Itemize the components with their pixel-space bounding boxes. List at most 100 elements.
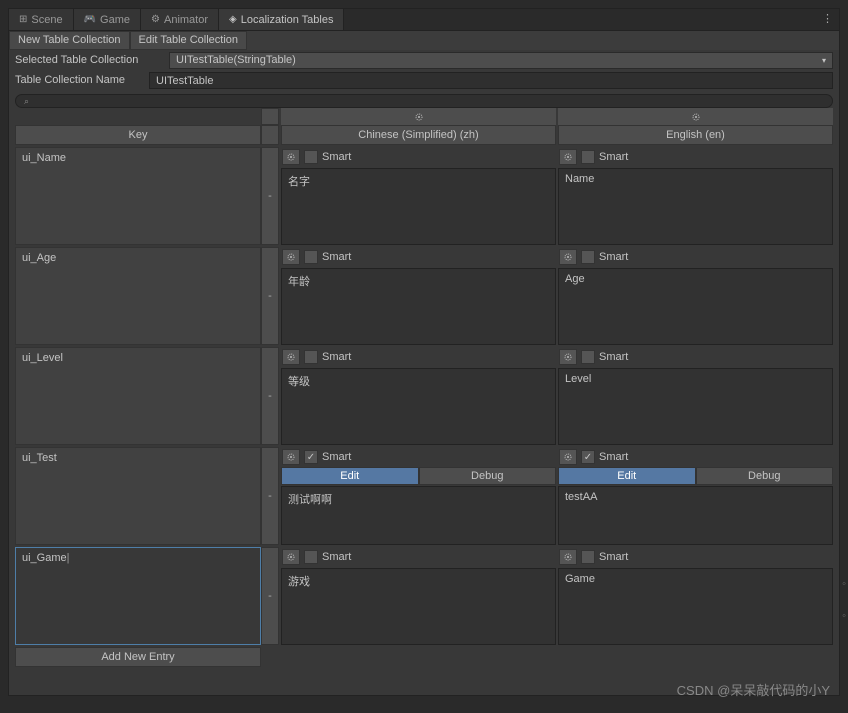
lang-header-en-top[interactable] <box>558 108 833 125</box>
sub-tab-new[interactable]: New Table Collection <box>9 31 130 50</box>
smart-checkbox[interactable] <box>304 550 318 564</box>
debug-tab-button[interactable]: Debug <box>419 467 557 485</box>
table-row: ui_Level - Smart 等级 Smart Level <box>15 347 833 445</box>
drag-column[interactable] <box>261 125 279 145</box>
lang-cell-en: ✓ Smart Edit Debug testAA <box>558 447 833 545</box>
drag-handle[interactable]: - <box>261 147 279 245</box>
drag-column[interactable] <box>261 108 279 125</box>
target-icon <box>285 551 297 563</box>
smart-label: Smart <box>322 151 351 163</box>
value-input-zh[interactable]: 测试啊啊 <box>281 486 556 545</box>
drag-handle[interactable]: - <box>261 547 279 645</box>
smart-checkbox[interactable] <box>304 150 318 164</box>
lang-header-zh-top[interactable] <box>281 108 556 125</box>
localization-table: Key Chinese (Simplified) (zh) English (e… <box>9 108 839 695</box>
smart-checkbox[interactable] <box>304 350 318 364</box>
lang-cell-en: Smart Level <box>558 347 833 445</box>
locale-options-button[interactable] <box>559 149 577 165</box>
smart-row: Smart <box>558 147 833 167</box>
locale-options-button[interactable] <box>282 249 300 265</box>
smart-checkbox[interactable] <box>581 550 595 564</box>
drag-handle[interactable]: - <box>261 447 279 545</box>
edit-tab-button[interactable]: Edit <box>558 467 696 485</box>
search-icon: ⌕ <box>24 96 29 107</box>
locale-options-button[interactable] <box>559 249 577 265</box>
tab-scene[interactable]: ⊞ Scene <box>9 9 74 30</box>
debug-tab-button[interactable]: Debug <box>696 467 834 485</box>
key-cell[interactable]: ui_Test <box>15 447 261 545</box>
smart-checkbox[interactable] <box>304 250 318 264</box>
smart-row: Smart <box>558 347 833 367</box>
locale-options-button[interactable] <box>282 349 300 365</box>
value-input-zh[interactable]: 游戏 <box>281 568 556 645</box>
collection-name-input[interactable]: UITestTable <box>149 72 833 89</box>
smart-label: Smart <box>599 451 628 463</box>
sub-tab-bar: New Table Collection Edit Table Collecti… <box>9 31 839 50</box>
table-row: ui_Name - Smart 名字 Smart Name <box>15 147 833 245</box>
locale-options-button[interactable] <box>559 449 577 465</box>
smart-checkbox[interactable]: ✓ <box>304 450 318 464</box>
smart-label: Smart <box>599 151 628 163</box>
drag-handle[interactable]: - <box>261 347 279 445</box>
side-icon: ◦ <box>842 578 846 590</box>
add-new-entry-button[interactable]: Add New Entry <box>15 647 261 667</box>
side-icons: ◦ ◦ <box>842 578 846 622</box>
edit-debug-row: Edit Debug <box>281 467 556 485</box>
value-input-en[interactable]: Game <box>558 568 833 645</box>
lang-header-zh[interactable]: Chinese (Simplified) (zh) <box>281 125 556 145</box>
locale-options-button[interactable] <box>559 349 577 365</box>
scene-icon: ⊞ <box>19 14 27 25</box>
locale-options-button[interactable] <box>559 549 577 565</box>
target-icon <box>285 451 297 463</box>
value-input-zh[interactable]: 名字 <box>281 168 556 245</box>
lang-header-en[interactable]: English (en) <box>558 125 833 145</box>
main-tab-bar: ⊞ Scene 🎮 Game ⚙ Animator ◈ Localization… <box>9 9 839 31</box>
tab-game[interactable]: 🎮 Game <box>74 9 141 30</box>
value-input-en[interactable]: testAA <box>558 486 833 545</box>
key-cell[interactable]: ui_Name <box>15 147 261 245</box>
target-icon <box>562 251 574 263</box>
key-cell[interactable]: ui_Age <box>15 247 261 345</box>
value-input-en[interactable]: Name <box>558 168 833 245</box>
smart-checkbox[interactable] <box>581 250 595 264</box>
chevron-down-icon: ▾ <box>822 56 826 65</box>
value-input-zh[interactable]: 等级 <box>281 368 556 445</box>
lang-cell-zh: Smart 年龄 <box>281 247 556 345</box>
tab-animator[interactable]: ⚙ Animator <box>141 9 219 30</box>
value-input-en[interactable]: Age <box>558 268 833 345</box>
smart-label: Smart <box>322 551 351 563</box>
smart-row: Smart <box>281 147 556 167</box>
key-cell[interactable]: ui_Game| <box>15 547 261 645</box>
value-input-zh[interactable]: 年龄 <box>281 268 556 345</box>
tab-label: Scene <box>31 14 62 26</box>
target-icon <box>562 451 574 463</box>
locale-options-button[interactable] <box>282 449 300 465</box>
kebab-icon[interactable]: ⋮ <box>822 12 833 25</box>
value-input-en[interactable]: Level <box>558 368 833 445</box>
locale-options-button[interactable] <box>282 149 300 165</box>
selected-collection-label: Selected Table Collection <box>15 54 163 66</box>
table-row: ui_Game| - Smart 游戏 Smart Game <box>15 547 833 645</box>
smart-checkbox[interactable] <box>581 150 595 164</box>
target-icon <box>413 111 425 123</box>
locale-options-button[interactable] <box>282 549 300 565</box>
lang-cell-en: Smart Name <box>558 147 833 245</box>
table-row: ui_Age - Smart 年龄 Smart Age <box>15 247 833 345</box>
lang-cell-zh: Smart 等级 <box>281 347 556 445</box>
tab-localization[interactable]: ◈ Localization Tables <box>219 9 344 30</box>
selected-collection-row: Selected Table Collection UITestTable(St… <box>9 50 839 70</box>
smart-checkbox[interactable] <box>581 350 595 364</box>
edit-tab-button[interactable]: Edit <box>281 467 419 485</box>
drag-handle[interactable]: - <box>261 247 279 345</box>
selected-collection-dropdown[interactable]: UITestTable(StringTable) ▾ <box>169 52 833 69</box>
localization-panel: ⊞ Scene 🎮 Game ⚙ Animator ◈ Localization… <box>8 8 840 696</box>
smart-label: Smart <box>322 451 351 463</box>
lang-cell-zh: Smart 名字 <box>281 147 556 245</box>
key-cell[interactable]: ui_Level <box>15 347 261 445</box>
sub-tab-edit[interactable]: Edit Table Collection <box>130 31 247 50</box>
smart-checkbox[interactable]: ✓ <box>581 450 595 464</box>
edit-debug-row: Edit Debug <box>558 467 833 485</box>
target-icon <box>562 351 574 363</box>
smart-row: Smart <box>281 347 556 367</box>
search-input[interactable]: ⌕ <box>15 94 833 108</box>
